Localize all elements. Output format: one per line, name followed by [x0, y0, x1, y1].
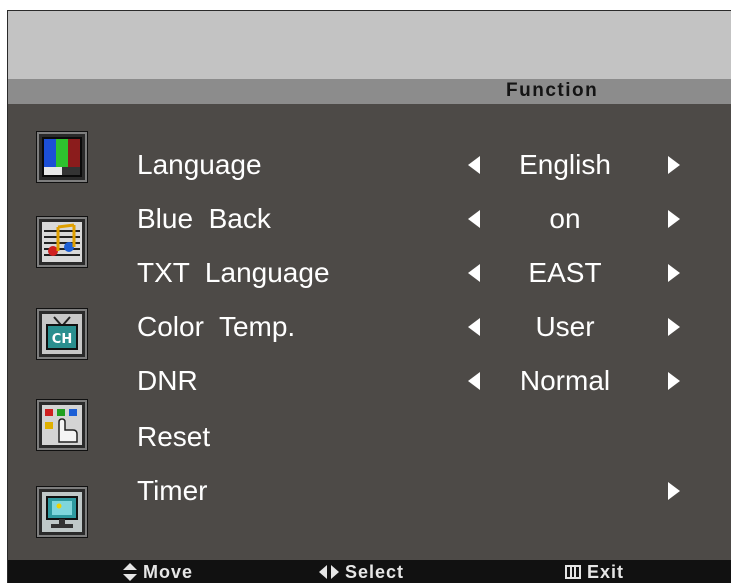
menu-row-label: Blue Back	[137, 203, 271, 234]
hint-move-label: Move	[143, 561, 194, 582]
up-down-arrows-icon	[123, 563, 137, 582]
arrow-right-icon[interactable]	[668, 156, 680, 174]
top-band	[8, 11, 731, 79]
menu-row-value: on	[549, 203, 581, 234]
arrow-right-icon[interactable]	[668, 264, 680, 282]
menu-row-label: Reset	[137, 421, 211, 452]
arrow-left-icon[interactable]	[468, 210, 480, 228]
menu-row-label: Language	[137, 149, 262, 180]
menu-row-value: EAST	[528, 257, 602, 288]
menu-row-dnr[interactable]: DNR Normal	[8, 354, 731, 408]
hint-exit-label: Exit	[587, 561, 625, 582]
hint-move: Move	[123, 560, 193, 583]
arrow-right-icon[interactable]	[668, 318, 680, 336]
menu-row-language[interactable]: Language English	[8, 138, 731, 192]
arrow-right-icon[interactable]	[668, 482, 680, 500]
menu-icon	[565, 565, 581, 580]
hint-exit: Exit	[565, 560, 624, 583]
menu-row-label: TXT Language	[137, 257, 330, 288]
menu-row-color-temp[interactable]: Color Temp. User	[8, 300, 731, 354]
menu-row-blue-back[interactable]: Blue Back on	[8, 192, 731, 246]
footer-hint-bar: Move Select Exit	[8, 560, 731, 583]
menu-row-label: Color Temp.	[137, 311, 296, 342]
menu-row-label: DNR	[137, 365, 198, 396]
left-right-arrows-icon	[319, 565, 339, 580]
hint-select-label: Select	[345, 561, 405, 582]
hint-select: Select	[319, 560, 404, 583]
menu-row-label: Timer	[137, 475, 208, 506]
arrow-left-icon[interactable]	[468, 372, 480, 390]
arrow-left-icon[interactable]	[468, 156, 480, 174]
title-bar: Function	[8, 79, 731, 104]
menu-row-reset[interactable]: Reset	[8, 410, 731, 464]
menu-title: Function	[506, 80, 599, 101]
arrow-left-icon[interactable]	[468, 318, 480, 336]
menu-row-value: Normal	[519, 365, 611, 396]
menu-row-txt-language[interactable]: TXT Language EAST	[8, 246, 731, 300]
menu-row-value: English	[519, 149, 611, 180]
arrow-left-icon[interactable]	[468, 264, 480, 282]
menu-row-value: User	[535, 311, 595, 342]
menu-row-timer[interactable]: Timer	[8, 464, 731, 518]
osd-menu-panel: Function CH Language English Blue Back o…	[7, 10, 731, 583]
arrow-right-icon[interactable]	[668, 210, 680, 228]
arrow-right-icon[interactable]	[668, 372, 680, 390]
